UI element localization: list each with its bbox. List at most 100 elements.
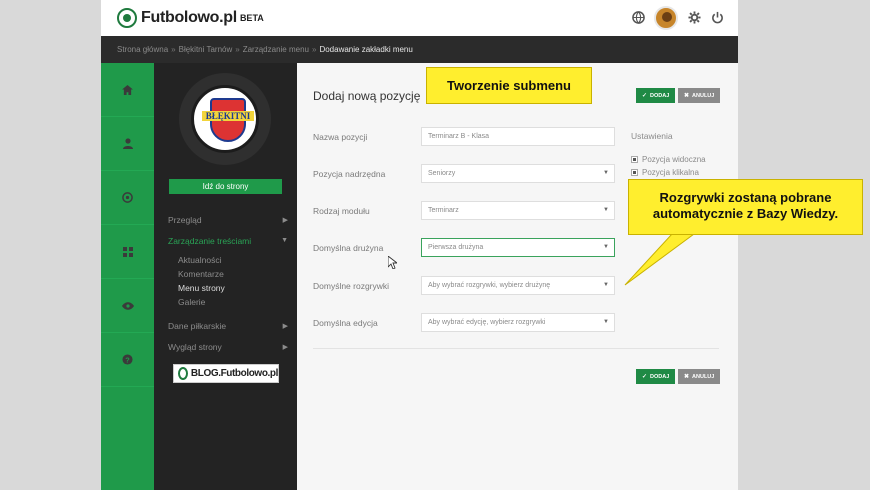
visible-checkbox-row[interactable]: Pozycja widoczna xyxy=(631,153,731,166)
breadcrumb-item[interactable]: Zarządzanie menu xyxy=(243,45,309,54)
sidebar-item-label: Zarządzanie treściami xyxy=(168,235,252,246)
svg-text:?: ? xyxy=(125,355,130,364)
club-crest-frame: BŁĘKITNI xyxy=(179,73,271,165)
form-row: Domyślne rozgrywki Aby wybrać rozgrywki,… xyxy=(313,276,619,296)
callout-note: Rozgrywki zostaną pobrane automatycznie … xyxy=(628,179,863,235)
cancel-button[interactable]: ✖ ANULUJ xyxy=(678,369,720,384)
power-icon[interactable] xyxy=(710,11,724,25)
logo-ball-icon xyxy=(117,8,137,28)
breadcrumb-item[interactable]: Błękitni Tarnów xyxy=(179,45,233,54)
sidebar-item-label: Wygląd strony xyxy=(168,341,222,352)
field-label: Domyślne rozgrywki xyxy=(313,281,390,291)
callout-note-line: automatycznie z Bazy Wiedzy. xyxy=(652,206,839,221)
cancel-button-label: ANULUJ xyxy=(692,92,715,99)
help-icon[interactable]: ? xyxy=(101,333,154,387)
home-icon[interactable] xyxy=(101,63,154,117)
callout-title: Tworzenie submenu xyxy=(426,67,592,104)
module-type-select[interactable]: Terminarz ▼ xyxy=(421,201,615,220)
sidebar-item-content-management[interactable]: Zarządzanie treściami ▼ xyxy=(168,230,288,251)
form-row: Rodzaj modułu Terminarz ▼ xyxy=(313,201,619,221)
submenu-item-site-menu[interactable]: Menu strony xyxy=(178,281,288,295)
blog-badge-text: BLOG.Futbolowo.pl xyxy=(190,368,278,379)
select-value: Aby wybrać rozgrywki, wybierz drużynę xyxy=(428,282,551,289)
default-team-select[interactable]: Pierwsza drużyna ▼ xyxy=(421,238,615,257)
sidebar-menu: Przegląd ▶ Zarządzanie treściami ▼ Aktua… xyxy=(168,209,288,357)
chevron-right-icon: ▶ xyxy=(282,322,288,330)
breadcrumb-separator: » xyxy=(311,45,317,54)
check-icon: ✓ xyxy=(642,374,648,380)
breadcrumb-bar: Strona główna» Błękitni Tarnów» Zarządzani… xyxy=(101,36,738,63)
parent-item-select[interactable]: Seniorzy ▼ xyxy=(421,164,615,183)
form-divider xyxy=(313,348,719,349)
default-edition-select[interactable]: Aby wybrać edycję, wybierz rozgrywki ▼ xyxy=(421,313,615,332)
main-content: Dodaj nową pozycję ✓ DODAJ ✖ ANULUJ Nazwa … xyxy=(297,63,738,490)
sidebar-item-przeglad[interactable]: Przegląd ▶ xyxy=(168,209,288,230)
sidebar-item-football-data[interactable]: Dane piłkarskie ▶ xyxy=(168,315,288,336)
caret-down-icon: ▼ xyxy=(603,170,609,176)
close-icon: ✖ xyxy=(684,93,690,99)
avatar[interactable] xyxy=(654,6,678,30)
mouse-cursor-icon xyxy=(387,255,399,272)
blog-badge[interactable]: BLOG.Futbolowo.pl xyxy=(173,364,279,383)
caret-down-icon: ▼ xyxy=(603,207,609,213)
check-icon: ✓ xyxy=(642,93,648,99)
caret-down-icon: ▼ xyxy=(603,282,609,288)
breadcrumb-separator: » xyxy=(235,45,240,54)
settings-panel: Ustawienia Pozycja widoczna Pozycja klik… xyxy=(631,131,731,179)
cancel-button[interactable]: ✖ ANULUJ xyxy=(678,88,720,103)
clickable-checkbox[interactable] xyxy=(631,169,638,176)
sidebar-submenu: Aktualności Komentarze Menu strony Galer… xyxy=(168,253,288,309)
caret-down-icon: ▼ xyxy=(603,319,609,325)
bottom-action-buttons: ✓ DODAJ ✖ ANULUJ xyxy=(636,369,720,384)
clickable-checkbox-row[interactable]: Pozycja klikalna xyxy=(631,166,731,179)
top-bar: Futbolowo.pl BETA xyxy=(101,0,738,36)
futbolowo-logo[interactable]: Futbolowo.pl BETA xyxy=(117,8,264,28)
breadcrumb-item[interactable]: Strona główna xyxy=(117,45,168,54)
sidebar-item-site-appearance[interactable]: Wygląd strony ▶ xyxy=(168,336,288,357)
globe-icon[interactable] xyxy=(631,11,645,25)
item-name-input[interactable]: Terminarz B - Klasa xyxy=(421,127,615,146)
grid-icon[interactable] xyxy=(101,225,154,279)
breadcrumb: Strona główna» Błękitni Tarnów» Zarządzani… xyxy=(117,45,413,54)
club-crest-text: BŁĘKITNI xyxy=(202,111,254,121)
page-title: Dodaj nową pozycję xyxy=(313,89,421,103)
add-button[interactable]: ✓ DODAJ xyxy=(636,88,675,103)
sidebar-item-label: Dane piłkarskie xyxy=(168,320,227,331)
default-competition-select[interactable]: Aby wybrać rozgrywki, wybierz drużynę ▼ xyxy=(421,276,615,295)
logo-text: Futbolowo.pl xyxy=(141,9,237,26)
icon-rail: ? xyxy=(101,63,154,490)
field-label: Domyślna edycja xyxy=(313,318,378,328)
blog-ball-icon xyxy=(178,367,188,380)
submenu-item-galleries[interactable]: Galerie xyxy=(178,295,288,309)
form-row: Domyślna drużyna Pierwsza drużyna ▼ xyxy=(313,238,619,258)
checkbox-label: Pozycja klikalna xyxy=(642,168,699,177)
user-icon[interactable] xyxy=(101,117,154,171)
go-to-site-button[interactable]: Idź do strony xyxy=(169,179,282,194)
top-icons xyxy=(631,6,724,30)
breadcrumb-separator: » xyxy=(171,45,176,54)
field-label: Rodzaj modułu xyxy=(313,206,370,216)
field-label: Pozycja nadrzędna xyxy=(313,169,386,179)
eye-icon[interactable] xyxy=(101,279,154,333)
field-label: Domyślna drużyna xyxy=(313,243,384,253)
logo-beta-badge: BETA xyxy=(239,13,264,23)
select-value: Aby wybrać edycję, wybierz rozgrywki xyxy=(428,319,546,326)
chevron-down-icon: ▼ xyxy=(281,237,288,244)
chevron-right-icon: ▶ xyxy=(282,343,288,351)
soccer-ball-icon[interactable] xyxy=(101,171,154,225)
select-value: Terminarz xyxy=(428,207,459,214)
settings-title: Ustawienia xyxy=(631,131,673,141)
submenu-item-comments[interactable]: Komentarze xyxy=(178,267,288,281)
gear-icon[interactable] xyxy=(687,11,701,25)
cancel-button-label: ANULUJ xyxy=(692,373,715,380)
callout-note-line: Rozgrywki zostaną pobrane xyxy=(659,190,832,205)
form-row: Domyślna edycja Aby wybrać edycję, wybie… xyxy=(313,313,619,333)
add-button-label: DODAJ xyxy=(650,92,670,99)
form-row: Nazwa pozycji Terminarz B - Klasa xyxy=(313,127,619,147)
select-value: Seniorzy xyxy=(428,170,456,177)
checkbox-label: Pozycja widoczna xyxy=(642,155,706,164)
submenu-item-news[interactable]: Aktualności xyxy=(178,253,288,267)
form-row: Pozycja nadrzędna Seniorzy ▼ xyxy=(313,164,619,184)
add-button[interactable]: ✓ DODAJ xyxy=(636,369,675,384)
visible-checkbox[interactable] xyxy=(631,156,638,163)
